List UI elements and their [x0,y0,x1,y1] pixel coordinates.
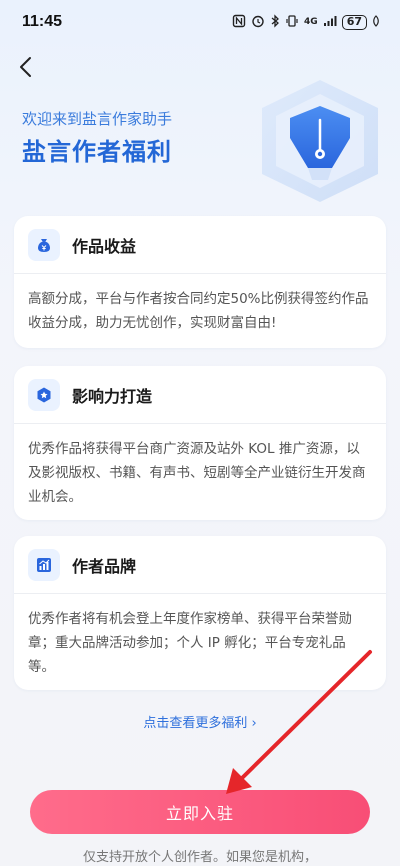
leaf-icon [372,14,380,30]
battery-icon: 67 [341,14,367,30]
card-description: 优秀作品将获得平台商广资源及站外 KOL 推广资源，以及影视版权、书籍、有声书、… [28,441,366,505]
money-bag-icon [28,228,60,261]
more-benefits-link[interactable]: 点击查看更多福利 › [0,712,400,731]
join-now-button[interactable]: 立即入驻 [30,790,370,834]
chart-bars-icon [28,548,60,581]
back-button[interactable] [14,56,36,78]
card-header: 作品收益 [14,216,386,274]
signal-icon [323,15,337,30]
card-description: 优秀作者将有机会登上年度作家榜单、获得平台荣誉勋章；重大品牌活动参加；个人 IP… [28,611,352,675]
bluetooth-icon [270,13,280,31]
status-time: 11:45 [22,13,63,30]
vibrate-icon [285,14,299,31]
benefit-card-influence: 影响力打造 优秀作品将获得平台商广资源及站外 KOL 推广资源，以及影视版权、书… [14,366,386,520]
benefit-card-income: 作品收益 高额分成，平台与作者按合同约定50%比例获得签约作品收益分成，助力无忧… [14,216,386,348]
benefit-card-brand: 作者品牌 优秀作者将有机会登上年度作家榜单、获得平台荣誉勋章；重大品牌活动参加；… [14,536,386,690]
card-title: 影响力打造 [72,386,153,406]
card-title: 作品收益 [72,236,137,256]
nfc-icon [232,14,246,31]
alarm-icon [251,14,265,31]
status-icons: 4G 67 [232,13,380,31]
network-type: 4G [304,17,318,27]
influence-hex-icon [28,378,60,411]
pen-nib-illustration [262,80,378,202]
card-description: 高额分成，平台与作者按合同约定50%比例获得签约作品收益分成，助力无忧创作，实现… [28,291,369,331]
page-title: 盐言作者福利 [22,138,172,166]
hero-subtitle: 欢迎来到盐言作家助手 [22,110,173,128]
card-header: 作者品牌 [14,536,386,594]
chevron-left-icon [20,57,31,77]
card-title: 作者品牌 [72,556,137,576]
footnote-text: 仅支持开放个人创作者。如果您是机构， [82,850,317,865]
card-header: 影响力打造 [14,366,386,424]
status-bar: 11:45 4G 67 [0,0,400,44]
